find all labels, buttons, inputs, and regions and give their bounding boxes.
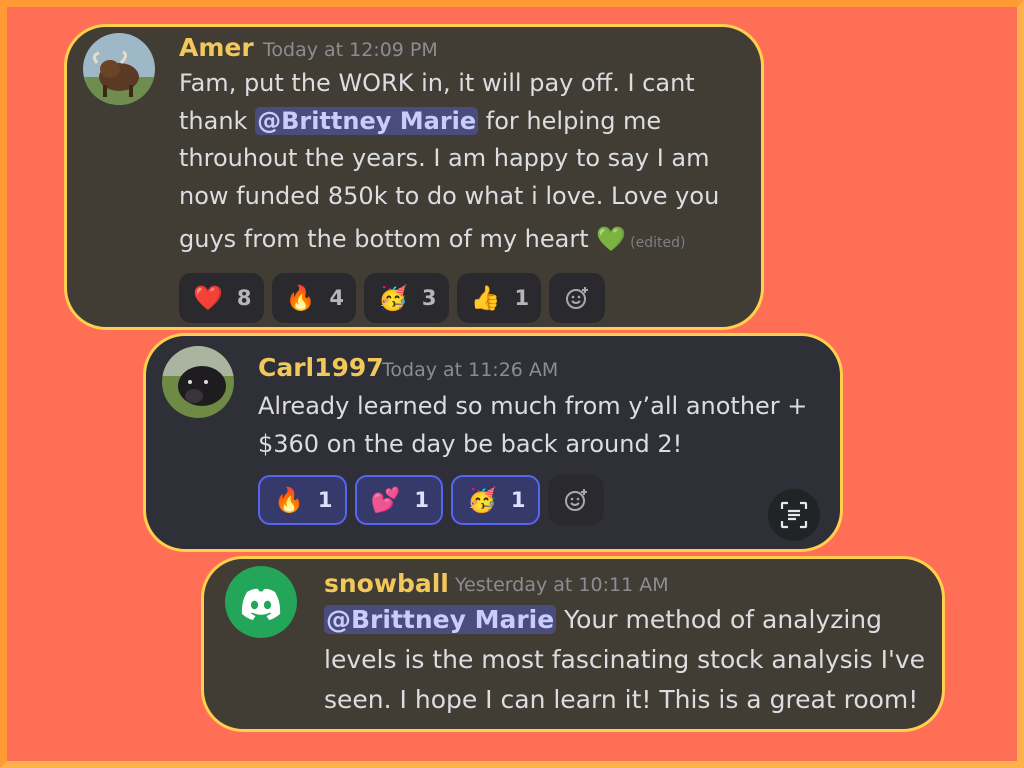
thumbs-up-emoji-icon: 👍 [470, 284, 501, 312]
timestamp: Today at 12:09 PM [263, 39, 438, 61]
pig-avatar-icon [162, 346, 234, 418]
text-segment: thank [179, 106, 256, 135]
add-emoji-icon [566, 287, 589, 309]
message-line: $360 on the day be back around 2! [258, 429, 683, 458]
message-line: Already learned so much from y’all anoth… [258, 392, 808, 420]
reaction-count: 3 [421, 286, 437, 310]
add-emoji-icon [564, 489, 587, 511]
text-scan-icon [780, 501, 808, 529]
reaction-fire[interactable]: 🔥 4 [271, 273, 357, 323]
message-line: @Brittney Marie Your method of analyzing [324, 600, 925, 640]
timestamp: Today at 11:26 AM [382, 359, 559, 381]
scan-text-button[interactable] [768, 489, 820, 541]
add-reaction-button[interactable] [547, 475, 604, 525]
reaction-count: 8 [236, 286, 252, 310]
avatar-carl1997[interactable] [162, 346, 234, 418]
reaction-count: 1 [414, 488, 430, 512]
message-line: throuhout the years. I am happy to say I… [179, 144, 710, 172]
user-mention[interactable]: @Brittney Marie [255, 106, 479, 135]
user-mention[interactable]: @Brittney Marie [324, 605, 557, 634]
reaction-heart[interactable]: ❤️ 8 [179, 273, 264, 323]
reaction-two-hearts[interactable]: 💕 1 [354, 475, 444, 525]
reaction-bar: 🔥 1 💕 1 🥳 1 [258, 475, 604, 525]
message-body: Fam, put the WORK in, it will pay off. I… [179, 65, 719, 263]
highland-cow-avatar-icon [83, 33, 155, 105]
avatar-amer[interactable] [83, 33, 155, 105]
fire-emoji-icon: 🔥 [274, 486, 304, 514]
two-hearts-emoji-icon: 💕 [370, 486, 401, 514]
party-face-emoji-icon: 🥳 [378, 284, 408, 312]
text-segment: guys from the bottom of my heart [179, 225, 589, 253]
message-body: Already learned so much from y’all anoth… [258, 388, 807, 463]
reaction-bar: ❤️ 8 🔥 4 🥳 3 👍 1 [179, 273, 606, 323]
message-body: @Brittney Marie Your method of analyzing… [324, 600, 925, 720]
heart-emoji-icon: ❤️ [193, 284, 223, 312]
author-name[interactable]: snowball [324, 569, 449, 598]
avatar-snowball[interactable] [225, 566, 297, 638]
party-face-emoji-icon: 🥳 [467, 486, 497, 514]
reaction-count: 4 [329, 286, 345, 310]
reaction-party[interactable]: 🥳 3 [364, 273, 449, 323]
reaction-thumbs-up[interactable]: 👍 1 [456, 273, 542, 323]
message-line: guys from the bottom of my heart 💚 (edite… [179, 221, 719, 263]
message-card-amer: Amer Today at 12:09 PM Fam, put the WORK… [64, 24, 764, 330]
message-card-carl1997: Carl1997 Today at 11:26 AM Already learn… [143, 333, 843, 552]
message-line: Fam, put the WORK in, it will pay off. I… [179, 69, 695, 97]
reaction-count: 1 [510, 488, 526, 512]
add-reaction-button[interactable] [549, 273, 606, 323]
reaction-party[interactable]: 🥳 1 [451, 475, 540, 525]
edited-label: (edited) [630, 235, 686, 251]
author-name[interactable]: Amer [179, 33, 254, 62]
message-card-snowball: snowball Yesterday at 10:11 AM @Brittney… [201, 556, 945, 732]
discord-logo-icon [241, 588, 281, 620]
reaction-fire[interactable]: 🔥 1 [258, 475, 347, 525]
message-line: levels is the most fascinating stock ana… [324, 645, 926, 674]
author-name[interactable]: Carl1997 [258, 353, 384, 382]
reaction-count: 1 [317, 488, 333, 512]
message-line: now funded 850k to do what i love. Love … [179, 181, 720, 210]
timestamp: Yesterday at 10:11 AM [455, 574, 669, 596]
green-heart-emoji: 💚 [596, 225, 627, 253]
message-line: thank @Brittney Marie for helping me [179, 103, 719, 141]
text-segment: Your method of analyzing [556, 605, 883, 634]
text-segment: for helping me [478, 106, 662, 135]
message-line: seen. I hope I can learn it! This is a g… [324, 685, 919, 714]
fire-emoji-icon: 🔥 [285, 284, 316, 312]
reaction-count: 1 [514, 286, 530, 310]
